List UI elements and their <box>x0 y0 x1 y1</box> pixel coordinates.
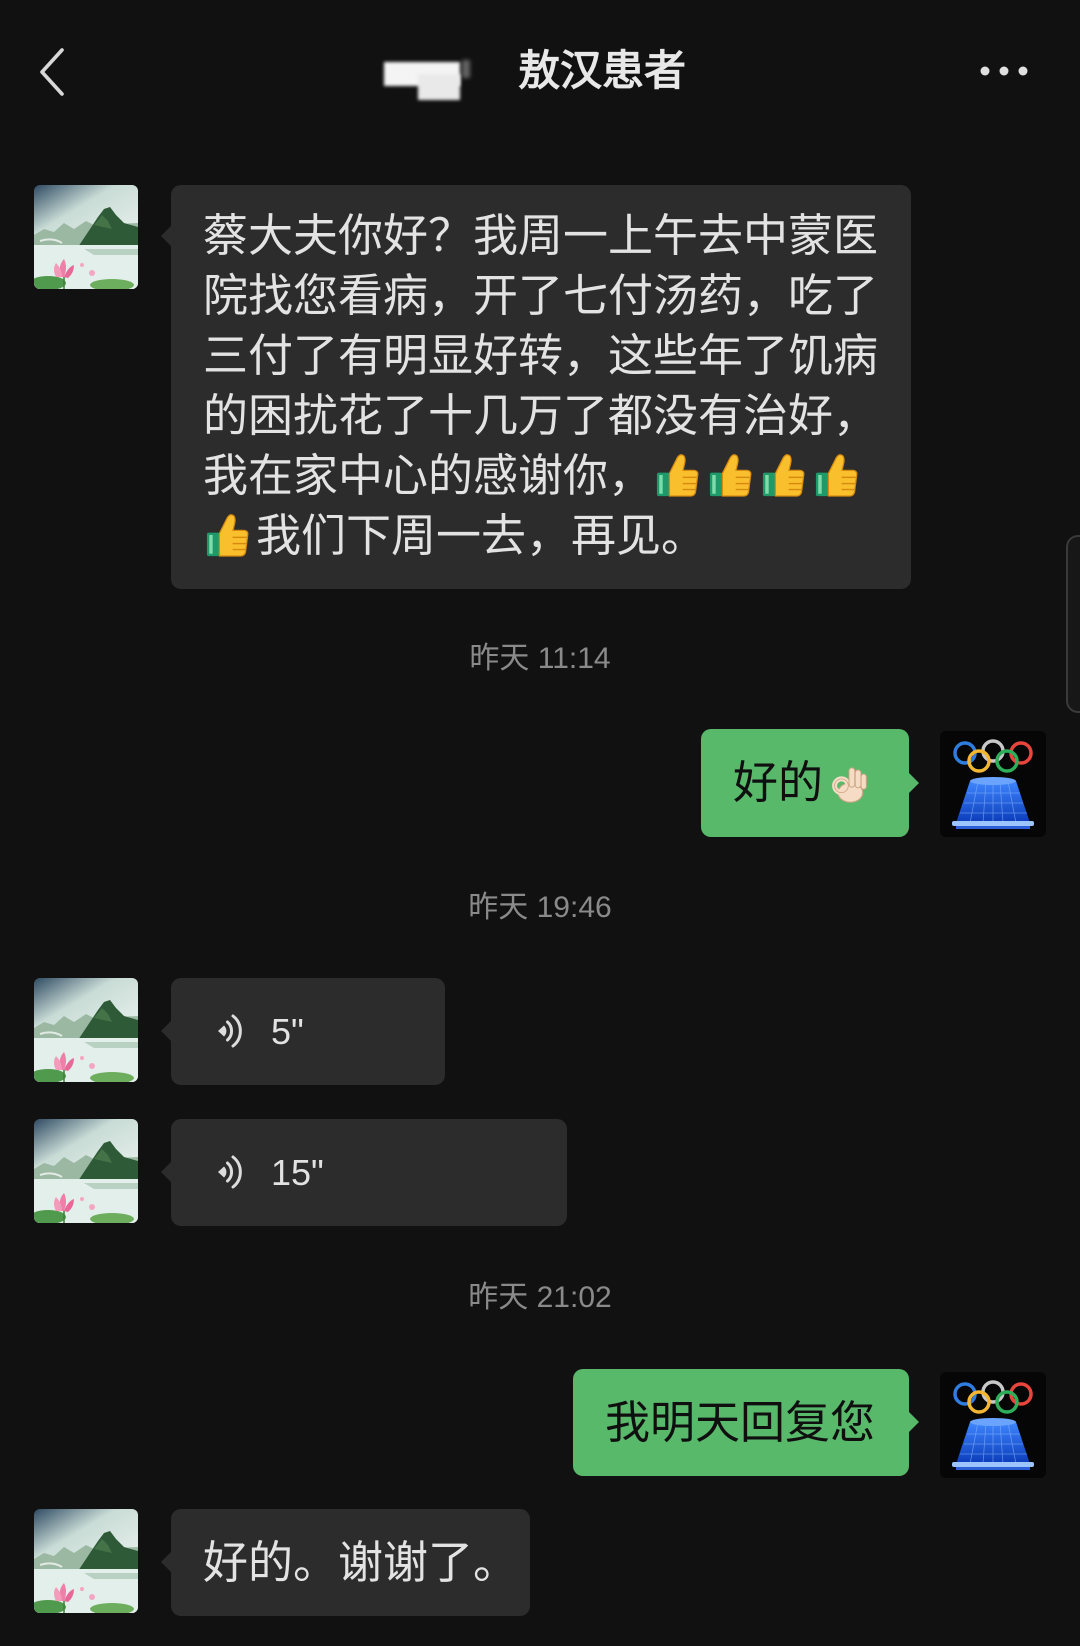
thumbs-up-icon <box>759 450 809 500</box>
chat-title: 敖汉患者 <box>518 47 687 94</box>
message-line-text: 院找您看病，开了七付汤药，吃了 <box>203 270 879 321</box>
thumbs-up-icon <box>706 450 756 500</box>
message-bubble-incoming[interactable]: 好的。谢谢了。 <box>161 1509 530 1616</box>
message-line: 三付了有明显好转，这些年了饥病 <box>203 326 911 386</box>
message-text: 好的。谢谢了。 <box>203 1537 519 1588</box>
contact-avatar[interactable] <box>34 1509 138 1613</box>
message-text: 我明天回复您 <box>605 1397 876 1448</box>
message-line: 我在家中心的感谢你， <box>203 446 911 506</box>
chat-header: 敖汉患者 <box>0 0 1080 140</box>
timestamp: 昨天 11:14 <box>469 642 611 675</box>
my-avatar[interactable] <box>940 731 1046 837</box>
message-line: 的困扰花了十几万了都没有治好， <box>203 386 911 446</box>
voice-wave-icon <box>215 1011 243 1051</box>
voice-message-bubble[interactable]: 15" <box>161 1119 567 1226</box>
timestamp: 昨天 19:46 <box>468 891 612 924</box>
message-line-text: 的困扰花了十几万了都没有治好， <box>203 390 879 441</box>
message-bubble-incoming[interactable]: 蔡大夫你好？我周一上午去中蒙医 院找您看病，开了七付汤药，吃了 三付了有明显好转… <box>161 185 911 589</box>
message-line-text: 蔡大夫你好？我周一上午去中蒙医 <box>203 210 879 261</box>
contact-avatar[interactable] <box>34 185 138 289</box>
voice-wave-icon <box>215 1152 243 1192</box>
message-line-text: 我们下周一去，再见。 <box>256 510 707 561</box>
voice-message-bubble[interactable]: 5" <box>161 978 445 1085</box>
timestamp: 昨天 21:02 <box>468 1281 612 1314</box>
chevron-left-icon[interactable] <box>34 46 70 98</box>
contact-avatar[interactable] <box>34 1119 138 1223</box>
message-line: 院找您看病，开了七付汤药，吃了 <box>203 266 911 326</box>
message-line: 我们下周一去，再见。 <box>203 506 911 566</box>
ok-hand-icon <box>827 761 871 805</box>
thumbs-up-icon <box>812 450 862 500</box>
message-line-text: 我在家中心的感谢你， <box>203 450 654 501</box>
voice-duration: 5" <box>271 1011 304 1052</box>
my-avatar[interactable] <box>940 1372 1046 1478</box>
message-text: 好的 <box>733 757 824 808</box>
thumbs-up-icon <box>203 510 253 560</box>
redacted-name-block <box>380 56 470 104</box>
edge-handle[interactable] <box>1066 535 1080 713</box>
voice-duration: 15" <box>271 1152 324 1193</box>
contact-avatar[interactable] <box>34 978 138 1082</box>
thumbs-up-icon <box>653 450 703 500</box>
message-bubble-outgoing[interactable]: 我明天回复您 <box>573 1369 919 1476</box>
message-line: 蔡大夫你好？我周一上午去中蒙医 <box>203 206 911 266</box>
message-bubble-outgoing[interactable]: 好的 <box>701 729 919 837</box>
more-dots-icon[interactable] <box>976 62 1032 80</box>
message-line-text: 三付了有明显好转，这些年了饥病 <box>203 330 879 381</box>
